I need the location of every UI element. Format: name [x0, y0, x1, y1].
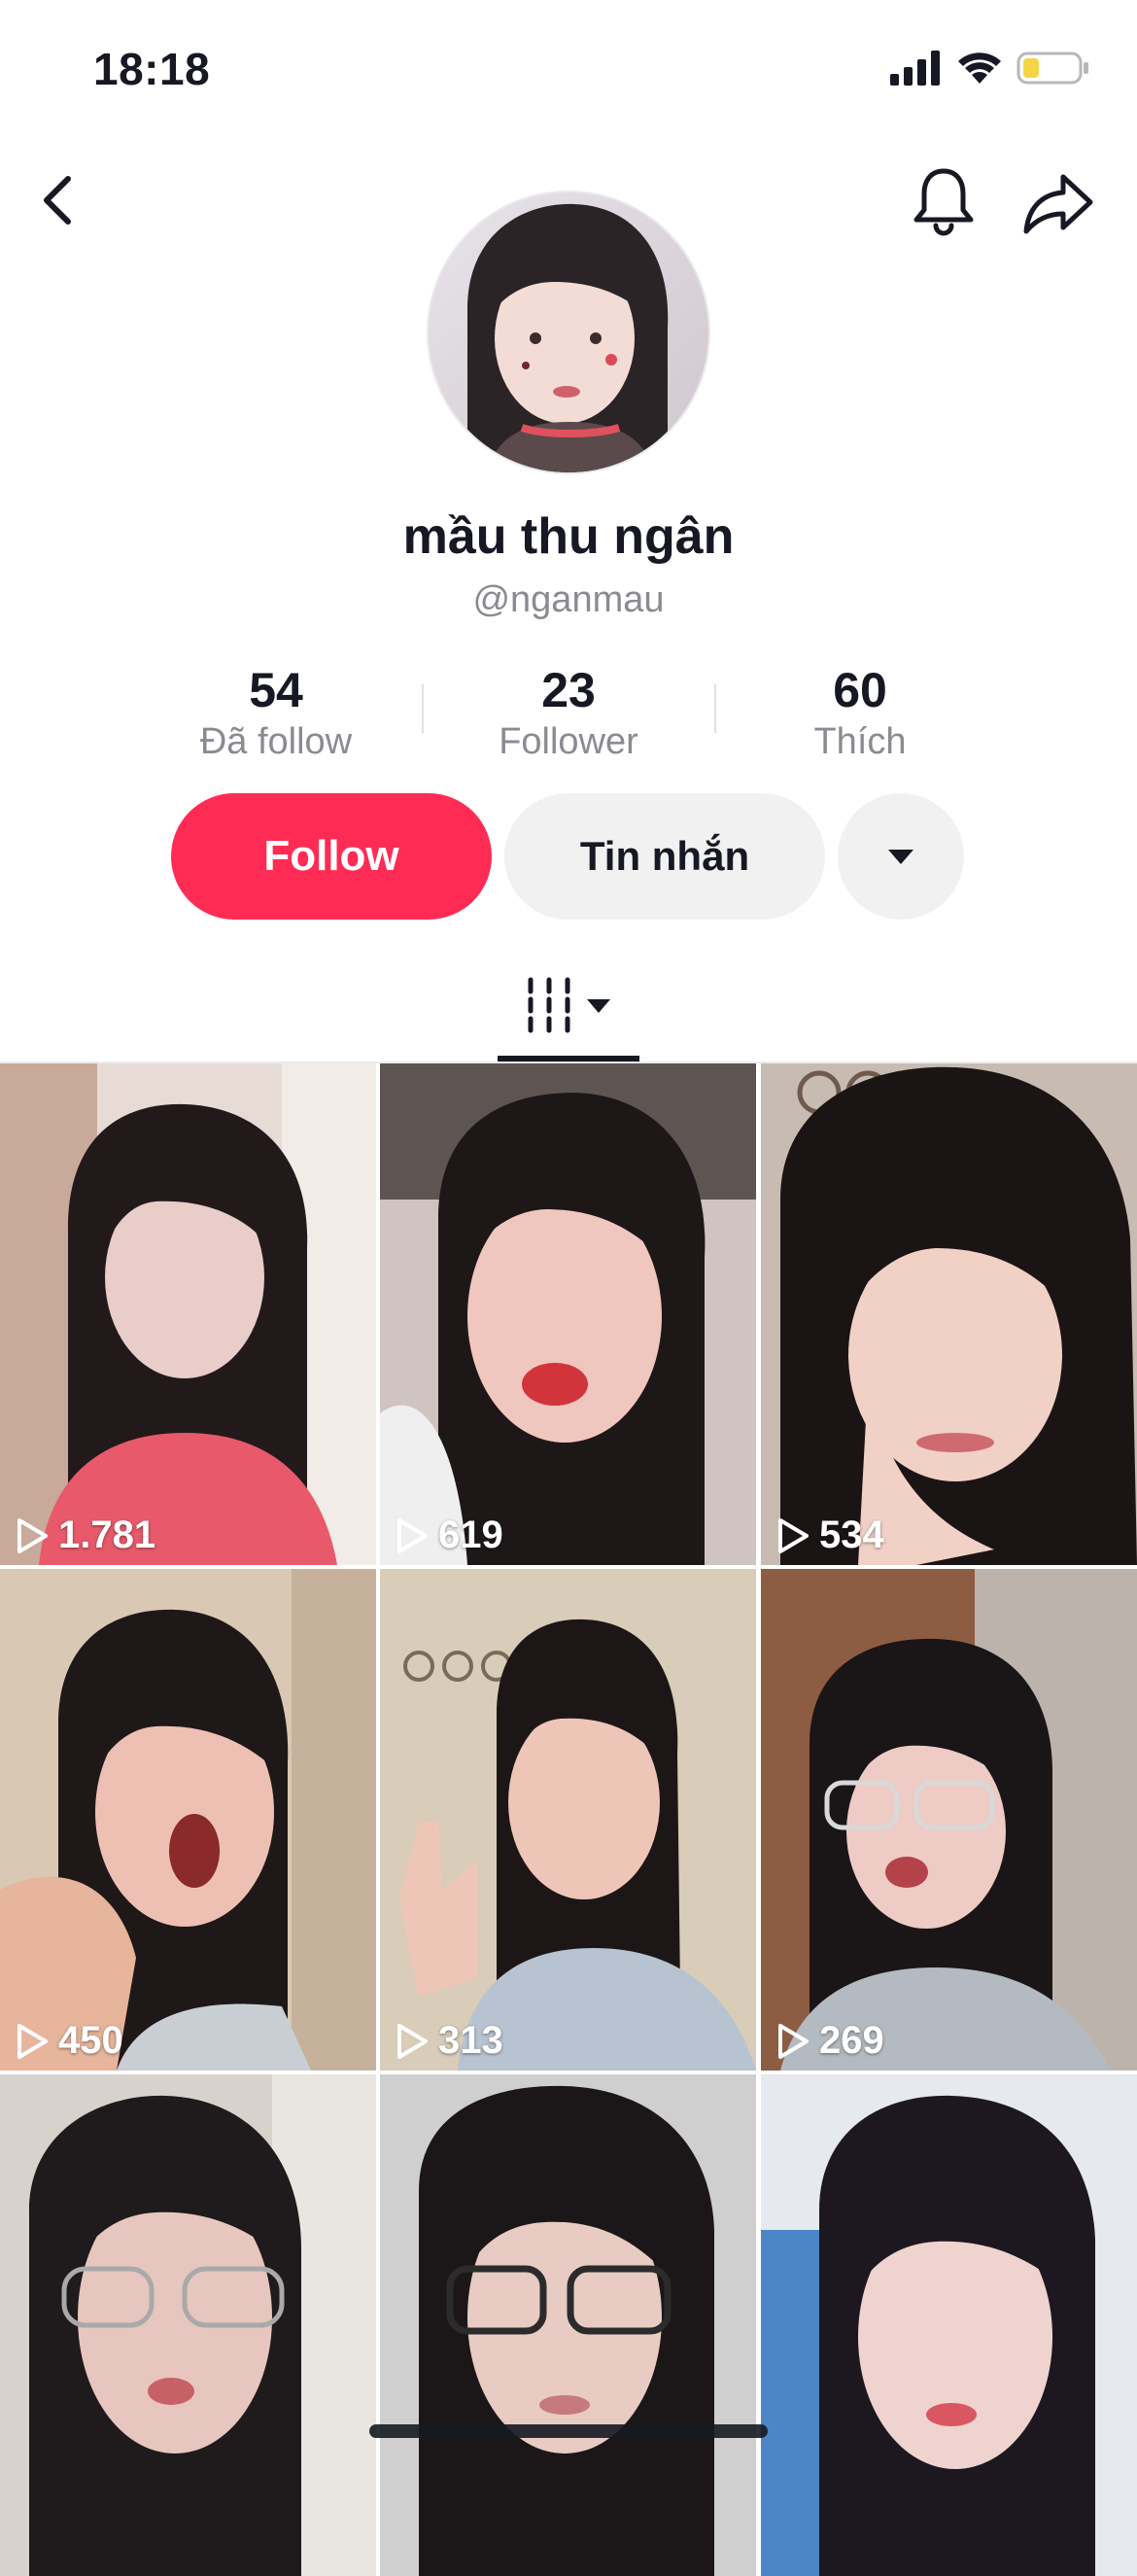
wifi-icon	[958, 52, 1001, 84]
view-count-label: 313	[438, 2019, 503, 2062]
video-thumbnail[interactable]: 534	[761, 1063, 1137, 1565]
play-icon	[17, 1517, 48, 1553]
display-name: mầu thu ngân	[402, 508, 735, 565]
username: @nganmau	[472, 579, 665, 620]
thumbnail-image	[0, 1569, 376, 2071]
view-count: 1.781	[16, 1514, 155, 1557]
video-thumbnail[interactable]: 619	[380, 1063, 756, 1565]
thumbnail-image	[761, 2074, 1137, 2576]
thumbnail-image	[380, 2074, 756, 2576]
thumbnail-image	[0, 2074, 376, 2576]
thumbnail-image	[380, 1569, 756, 2071]
chevron-left-icon	[44, 176, 71, 225]
view-count-label: 450	[58, 2019, 123, 2062]
stat-likes-label: Thích	[813, 721, 907, 762]
signal-icon	[890, 51, 940, 86]
tab-videos[interactable]	[498, 972, 639, 1060]
stat-following-value: 54	[249, 663, 303, 717]
status-icons	[890, 51, 1090, 86]
avatar[interactable]	[429, 192, 708, 472]
view-count: 450	[16, 2019, 123, 2063]
video-thumbnail[interactable]: 450	[0, 1569, 376, 2071]
more-options-button[interactable]	[838, 793, 964, 920]
video-thumbnail[interactable]: 269	[761, 1569, 1137, 2071]
follow-button[interactable]: Follow	[171, 793, 492, 920]
notification-button[interactable]	[904, 161, 983, 241]
stat-followers[interactable]: 23 Follower	[423, 661, 714, 764]
stat-followers-value: 23	[541, 663, 596, 717]
stat-followers-label: Follower	[499, 721, 638, 762]
video-thumbnail[interactable]	[0, 2074, 376, 2576]
view-count-label: 619	[438, 1514, 503, 1556]
thumbnail-image	[380, 1063, 756, 1565]
back-button[interactable]	[29, 165, 87, 235]
view-count: 313	[396, 2019, 503, 2063]
share-button[interactable]	[1018, 163, 1098, 243]
video-grid: 1.781 619 534 450 313 269	[0, 1063, 1137, 2576]
message-button[interactable]: Tin nhắn	[504, 793, 825, 920]
play-icon	[778, 2023, 809, 2059]
play-icon	[17, 2023, 48, 2059]
view-count-label: 534	[819, 1514, 884, 1556]
bell-icon	[913, 168, 974, 236]
view-count: 619	[396, 1514, 503, 1557]
grid-icon	[528, 977, 610, 1033]
stat-following[interactable]: 54 Đã follow	[130, 661, 422, 764]
view-count: 269	[776, 2019, 884, 2063]
thumbnail-image	[761, 1569, 1137, 2071]
view-count: 534	[776, 1514, 884, 1557]
stat-following-label: Đã follow	[199, 721, 353, 762]
play-icon	[778, 1517, 809, 1553]
stat-likes-value: 60	[833, 663, 887, 717]
video-thumbnail[interactable]	[380, 2074, 756, 2576]
stat-likes[interactable]: 60 Thích	[714, 661, 1006, 764]
battery-icon	[1016, 52, 1088, 85]
view-count-label: 269	[819, 2019, 884, 2062]
thumbnail-image	[0, 1063, 376, 1565]
play-icon	[397, 2023, 428, 2059]
avatar-image	[429, 192, 708, 472]
home-indicator[interactable]	[369, 2424, 768, 2438]
share-arrow-icon	[1023, 174, 1093, 234]
caret-down-icon	[888, 850, 913, 864]
video-thumbnail[interactable]: 1.781	[0, 1063, 376, 1565]
video-thumbnail[interactable]	[761, 2074, 1137, 2576]
play-icon	[397, 1517, 428, 1553]
video-thumbnail[interactable]: 313	[380, 1569, 756, 2071]
thumbnail-image	[761, 1063, 1137, 1565]
status-time: 18:18	[93, 44, 211, 94]
view-count-label: 1.781	[58, 1514, 156, 1556]
